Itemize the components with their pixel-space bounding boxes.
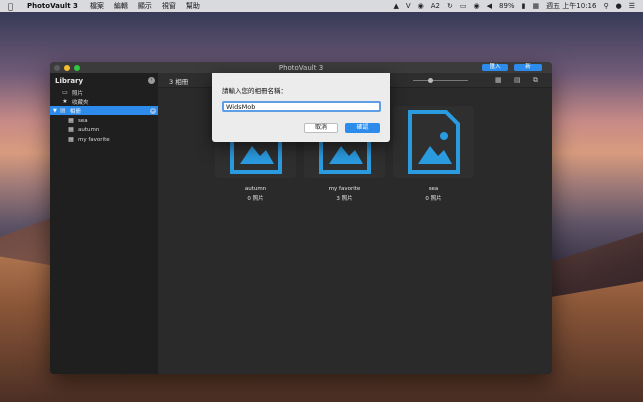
album-icon — [408, 110, 460, 174]
photo-icon: ▭ — [62, 89, 68, 96]
wifi-icon[interactable]: ◉ — [474, 2, 480, 10]
album-photo-count: 0 照片 — [247, 196, 264, 202]
menu-view[interactable]: 顯示 — [138, 1, 152, 11]
star-icon: ★ — [62, 98, 68, 105]
status-area: ▲ V ◉ A2 ↻ ▭ ◉ ◀ 89% ▮ ▦ 週五 上午10:16 ⚲ ● … — [393, 1, 635, 11]
album-count-label: 3 相冊 — [169, 78, 189, 86]
sidebar-item-label: autumn — [78, 126, 100, 133]
sidebar-item-albums[interactable]: ▼ ▤ 相冊 + — [50, 106, 158, 115]
album-photo-count: 0 照片 — [425, 196, 442, 202]
album-name: sea — [428, 186, 439, 192]
time-machine-icon[interactable]: ↻ — [447, 2, 453, 10]
new-button[interactable]: 新 — [514, 63, 542, 71]
grid-view-icon[interactable]: ▦ — [495, 76, 502, 84]
image-icon: ▦ — [68, 126, 74, 133]
title-bar[interactable]: PhotoVault 3 匯入 新 — [50, 62, 552, 73]
sidebar: Library › ▭ 照片 ★ 收藏夾 ▼ ▤ 相冊 + ▦ sea ▦ au… — [50, 73, 158, 374]
sidebar-item-label: my favorite — [78, 136, 110, 143]
album-icon: ▤ — [60, 107, 66, 114]
cancel-button[interactable]: 取消 — [304, 123, 338, 133]
album-name-input[interactable] — [222, 101, 381, 112]
window-title: PhotoVault 3 — [278, 63, 324, 72]
menu-file[interactable]: 檔案 — [90, 1, 104, 11]
import-button[interactable]: 匯入 — [482, 63, 508, 71]
zoom-slider-knob[interactable] — [428, 77, 433, 83]
library-heading: Library — [55, 77, 84, 85]
siri-icon[interactable]: ● — [616, 2, 622, 10]
sidebar-item-sea[interactable]: ▦ sea — [50, 116, 158, 125]
v-icon[interactable]: V — [406, 2, 411, 10]
album-name: my favorite — [328, 186, 361, 192]
notification-icon[interactable]: ☰ — [629, 2, 635, 10]
battery-icon[interactable]: ▮ — [522, 2, 526, 10]
menu-app-name[interactable]: PhotoVault 3 — [27, 2, 78, 10]
sidebar-item-label: 照片 — [72, 90, 84, 97]
new-album-dialog: 請輸入您的相冊名稱： 取消 確認 — [212, 73, 390, 142]
library-toggle-icon[interactable]: › — [148, 77, 155, 84]
apple-icon[interactable]:  — [8, 2, 17, 11]
sidebar-item-label: 收藏夾 — [72, 99, 89, 106]
disclosure-triangle-icon[interactable]: ▼ — [53, 108, 57, 114]
search-icon[interactable]: ⚲ — [603, 2, 608, 10]
sidebar-item-my-favorite[interactable]: ▦ my favorite — [50, 135, 158, 144]
sidebar-item-favorites[interactable]: ★ 收藏夾 — [50, 97, 158, 106]
menu-help[interactable]: 幫助 — [186, 1, 200, 11]
input-source-icon[interactable]: ▦ — [532, 2, 539, 10]
album-name: autumn — [244, 186, 267, 192]
image-icon: ▦ — [68, 117, 74, 124]
confirm-button[interactable]: 確認 — [345, 123, 380, 133]
zoom-slider[interactable] — [413, 80, 468, 81]
display-icon[interactable]: ▭ — [460, 2, 467, 10]
sidebar-item-label: 相冊 — [69, 108, 81, 115]
export-icon[interactable]: ⧉ — [533, 76, 538, 85]
album-card-sea[interactable] — [393, 106, 474, 178]
volume-icon[interactable]: ◀ — [487, 2, 492, 10]
sidebar-item-autumn[interactable]: ▦ autumn — [50, 125, 158, 134]
sidebar-item-photos[interactable]: ▭ 照片 — [50, 88, 158, 97]
menu-bar:  PhotoVault 3 檔案 編輯 顯示 視窗 幫助 ▲ V ◉ A2 ↻… — [0, 0, 643, 12]
album-photo-count: 3 照片 — [336, 196, 353, 202]
menu-window[interactable]: 視窗 — [162, 1, 176, 11]
list-view-icon[interactable]: ▤ — [514, 76, 521, 84]
adobe-icon[interactable]: A2 — [431, 2, 440, 10]
image-icon: ▦ — [68, 136, 74, 143]
dropbox-icon[interactable]: ▲ — [393, 2, 398, 10]
menu-edit[interactable]: 編輯 — [114, 1, 128, 11]
clock[interactable]: 週五 上午10:16 — [546, 1, 596, 11]
sidebar-item-label: sea — [78, 117, 88, 124]
add-album-icon[interactable]: + — [150, 107, 156, 114]
lock-icon[interactable]: ◉ — [418, 2, 424, 10]
dialog-prompt: 請輸入您的相冊名稱： — [222, 87, 287, 95]
battery-label[interactable]: 89% — [499, 2, 515, 10]
